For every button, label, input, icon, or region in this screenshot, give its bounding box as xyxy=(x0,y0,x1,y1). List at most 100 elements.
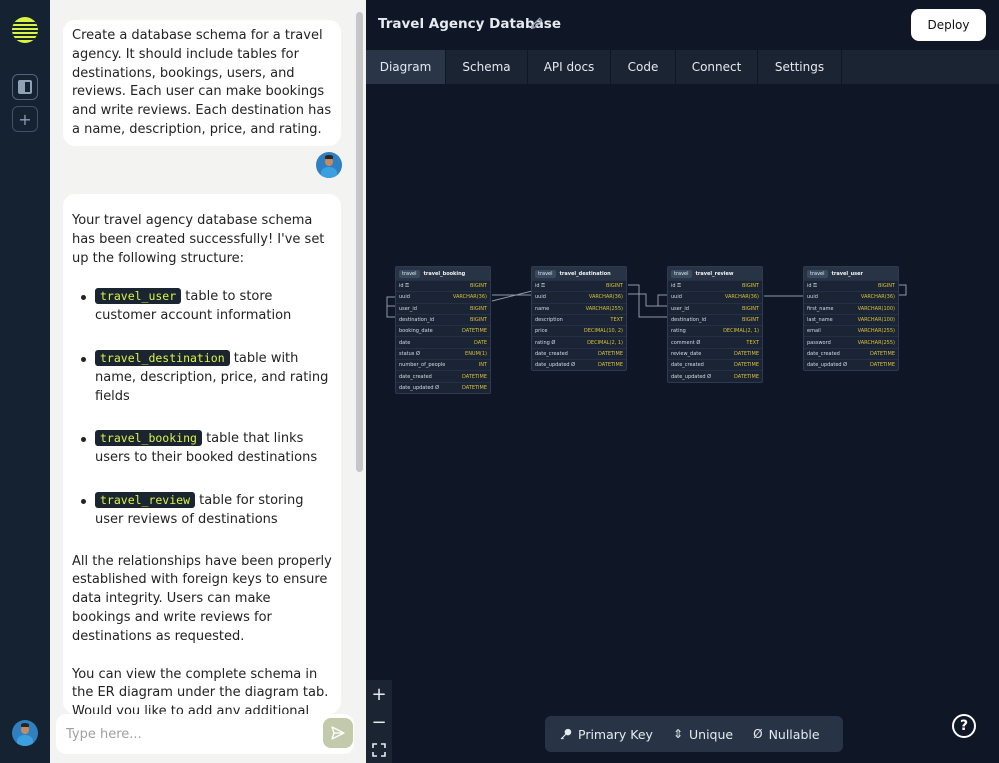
column-type: ENUM(1) xyxy=(465,350,487,357)
er-table[interactable]: travel travel_user id ⚿ BIGINT uuid VARCHAR(3… xyxy=(803,266,899,372)
column-name: date_created xyxy=(807,351,840,357)
column-type: TEXT xyxy=(746,339,759,346)
key-icon: ⚿ xyxy=(539,283,545,290)
er-table[interactable]: travel travel_review id ⚿ BIGINT uuid VARCHAR… xyxy=(667,266,763,383)
schema-chip: travel xyxy=(399,269,420,278)
column-name-text: user_id xyxy=(671,305,689,312)
schema-chip: travel xyxy=(671,269,692,278)
er-column-row[interactable]: date_updated Ø DATETIME xyxy=(396,381,490,393)
column-name: name xyxy=(535,306,549,312)
er-column-row[interactable]: date_created DATETIME xyxy=(668,359,762,370)
column-name: date_updated Ø xyxy=(671,374,711,380)
er-column-row[interactable]: date_updated Ø DATETIME xyxy=(668,370,762,381)
fit-view-button[interactable] xyxy=(366,736,392,763)
er-column-row[interactable]: date_updated Ø DATETIME xyxy=(532,359,626,370)
chat-scrollbar[interactable] xyxy=(356,12,363,472)
er-column-row[interactable]: id ⚿ BIGINT xyxy=(804,280,898,291)
er-column-row[interactable]: id ⚿ BIGINT xyxy=(532,280,626,291)
column-name-text: uuid xyxy=(399,294,410,301)
er-column-row[interactable]: destination_id BIGINT xyxy=(668,313,762,325)
er-column-row[interactable]: first_name VARCHAR(100) xyxy=(804,302,898,314)
er-column-row[interactable]: booking_date DATETIME xyxy=(396,325,490,336)
er-table-header: travel travel_user xyxy=(804,267,898,280)
er-column-row[interactable]: user_id BIGINT xyxy=(668,302,762,314)
column-type: BIGINT xyxy=(469,317,487,324)
er-table[interactable]: travel travel_destination id ⚿ BIGINT uuid VA… xyxy=(531,266,627,372)
er-column-row[interactable]: comment Ø TEXT xyxy=(668,336,762,347)
legend-label: Nullable xyxy=(768,726,820,742)
column-name: review_date xyxy=(671,351,701,357)
column-type: BIGINT xyxy=(741,317,759,324)
column-name: booking_date xyxy=(399,328,433,334)
column-name: id ⚿ xyxy=(399,283,409,289)
er-column-row[interactable]: uuid VARCHAR(36) xyxy=(668,291,762,302)
tab-schema[interactable]: Schema xyxy=(446,50,528,84)
help-button[interactable]: ? xyxy=(952,714,976,738)
column-name-text: date_created xyxy=(399,373,432,380)
key-icon: ⚿ xyxy=(811,283,817,290)
er-column-row[interactable]: id ⚿ BIGINT xyxy=(396,280,490,291)
legend-label: Primary Key xyxy=(578,726,653,742)
nullable-icon: Ø xyxy=(705,373,712,380)
column-name: date_created xyxy=(399,374,432,380)
er-column-row[interactable]: date_created DATETIME xyxy=(396,370,490,381)
er-column-row[interactable]: status Ø ENUM(1) xyxy=(396,347,490,359)
er-diagram-canvas[interactable]: travel travel_booking id ⚿ BIGINT uuid VARCHA… xyxy=(366,84,999,763)
column-type: DATE xyxy=(473,339,487,346)
er-column-row[interactable]: email VARCHAR(255) xyxy=(804,325,898,336)
tab-bar: Diagram Schema API docs Code Connect Set… xyxy=(366,50,999,84)
er-column-row[interactable]: date_created DATETIME xyxy=(804,347,898,359)
sidebar-toggle-icon[interactable] xyxy=(12,74,38,100)
er-column-row[interactable]: date DATE xyxy=(396,336,490,347)
column-name-text: number_of_people xyxy=(399,362,446,369)
er-column-row[interactable]: rating Ø DECIMAL(2, 1) xyxy=(532,336,626,347)
nullable-icon: Ø xyxy=(694,339,701,346)
zoom-out-button[interactable]: − xyxy=(366,708,392,736)
logo-icon[interactable] xyxy=(12,17,38,43)
column-name-text: password xyxy=(807,339,831,346)
zoom-in-button[interactable]: + xyxy=(366,680,392,708)
er-table[interactable]: travel travel_booking id ⚿ BIGINT uuid VARCHA… xyxy=(395,266,491,394)
er-column-row[interactable]: description TEXT xyxy=(532,313,626,325)
code-chip: travel_booking xyxy=(95,430,202,447)
er-column-row[interactable]: date_created DATETIME xyxy=(532,347,626,359)
tab-api-docs[interactable]: API docs xyxy=(528,50,611,84)
er-column-row[interactable]: rating DECIMAL(2, 1) xyxy=(668,325,762,336)
column-type: VARCHAR(255) xyxy=(585,305,623,312)
plus-icon[interactable]: + xyxy=(12,106,38,132)
er-column-row[interactable]: review_date DATETIME xyxy=(668,347,762,359)
column-name: user_id xyxy=(671,306,689,312)
er-column-row[interactable]: price DECIMAL(10, 2) xyxy=(532,325,626,336)
er-column-row[interactable]: uuid VARCHAR(36) xyxy=(396,291,490,302)
user-avatar[interactable] xyxy=(12,720,38,746)
nullable-icon: Ø xyxy=(549,339,556,346)
deploy-button[interactable]: Deploy xyxy=(911,9,986,41)
tab-diagram[interactable]: Diagram xyxy=(366,50,446,84)
er-table-header: travel travel_destination xyxy=(532,267,626,280)
er-column-row[interactable]: number_of_people INT xyxy=(396,359,490,370)
column-name-text: date_updated xyxy=(399,384,434,391)
column-name: price xyxy=(535,328,547,334)
column-name: uuid xyxy=(671,294,682,300)
er-column-row[interactable]: uuid VARCHAR(36) xyxy=(532,291,626,302)
message-input[interactable] xyxy=(66,724,306,744)
er-column-row[interactable]: date_updated Ø DATETIME xyxy=(804,359,898,370)
er-column-row[interactable]: last_name VARCHAR(100) xyxy=(804,313,898,325)
column-name: destination_id xyxy=(671,317,706,323)
relationship-lines xyxy=(386,284,907,318)
er-column-row[interactable]: password VARCHAR(255) xyxy=(804,336,898,347)
er-column-row[interactable]: user_id BIGINT xyxy=(396,302,490,314)
er-table-name: travel_destination xyxy=(559,270,611,277)
send-button[interactable] xyxy=(323,718,353,748)
er-column-row[interactable]: uuid VARCHAR(36) xyxy=(804,291,898,302)
er-column-row[interactable]: name VARCHAR(255) xyxy=(532,302,626,314)
tab-connect[interactable]: Connect xyxy=(676,50,758,84)
er-column-row[interactable]: destination_id BIGINT xyxy=(396,313,490,325)
pencil-icon[interactable] xyxy=(529,15,545,31)
code-chip: travel_review xyxy=(95,491,196,508)
column-type: TEXT xyxy=(610,317,623,324)
tab-settings[interactable]: Settings xyxy=(758,50,842,84)
er-column-row[interactable]: id ⚿ BIGINT xyxy=(668,280,762,291)
tab-code[interactable]: Code xyxy=(611,50,676,84)
column-name-text: uuid xyxy=(671,294,682,301)
